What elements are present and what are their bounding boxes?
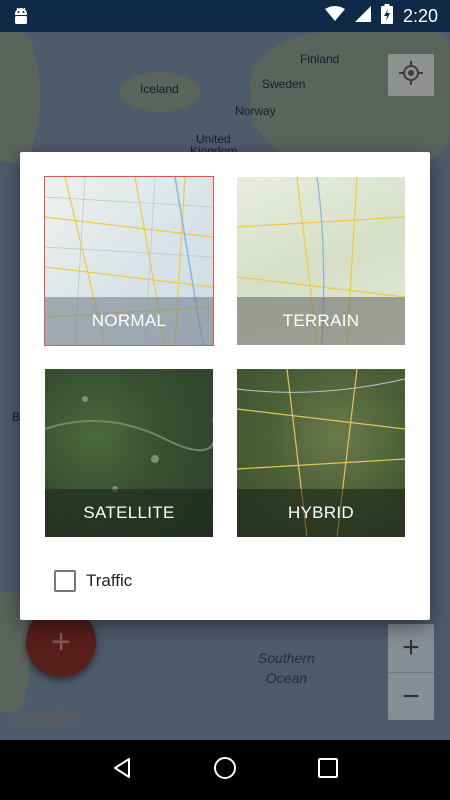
clock: 2:20 [402, 5, 438, 26]
battery-charging-icon [380, 3, 393, 29]
map-type-normal[interactable]: NORMAL [44, 176, 214, 346]
status-icons: 2:20 [324, 3, 438, 29]
wifi-icon [324, 5, 345, 27]
map-type-satellite[interactable]: SATELLITE [45, 369, 213, 537]
back-button[interactable] [102, 750, 142, 790]
traffic-option[interactable]: Traffic [54, 570, 132, 592]
hybrid-caption: HYBRID [237, 489, 405, 537]
traffic-label: Traffic [86, 571, 133, 590]
terrain-caption: TERRAIN [237, 297, 405, 345]
back-triangle-icon [110, 756, 134, 785]
signal-icon [354, 5, 371, 27]
home-button[interactable] [205, 750, 245, 790]
map-type-hybrid[interactable]: HYBRID [237, 369, 405, 537]
navigation-bar [0, 740, 450, 800]
map-type-dialog: NORMAL TERRAIN SATELLITE HYBRID Traffic [20, 152, 430, 620]
recents-square-icon [317, 757, 339, 784]
home-circle-icon [213, 756, 237, 785]
normal-caption: NORMAL [45, 297, 213, 345]
traffic-checkbox[interactable] [54, 570, 76, 592]
android-icon [12, 6, 30, 31]
satellite-caption: SATELLITE [45, 489, 213, 537]
status-bar: 2:20 [0, 0, 450, 32]
recents-button[interactable] [308, 750, 348, 790]
map-type-terrain[interactable]: TERRAIN [237, 177, 405, 345]
